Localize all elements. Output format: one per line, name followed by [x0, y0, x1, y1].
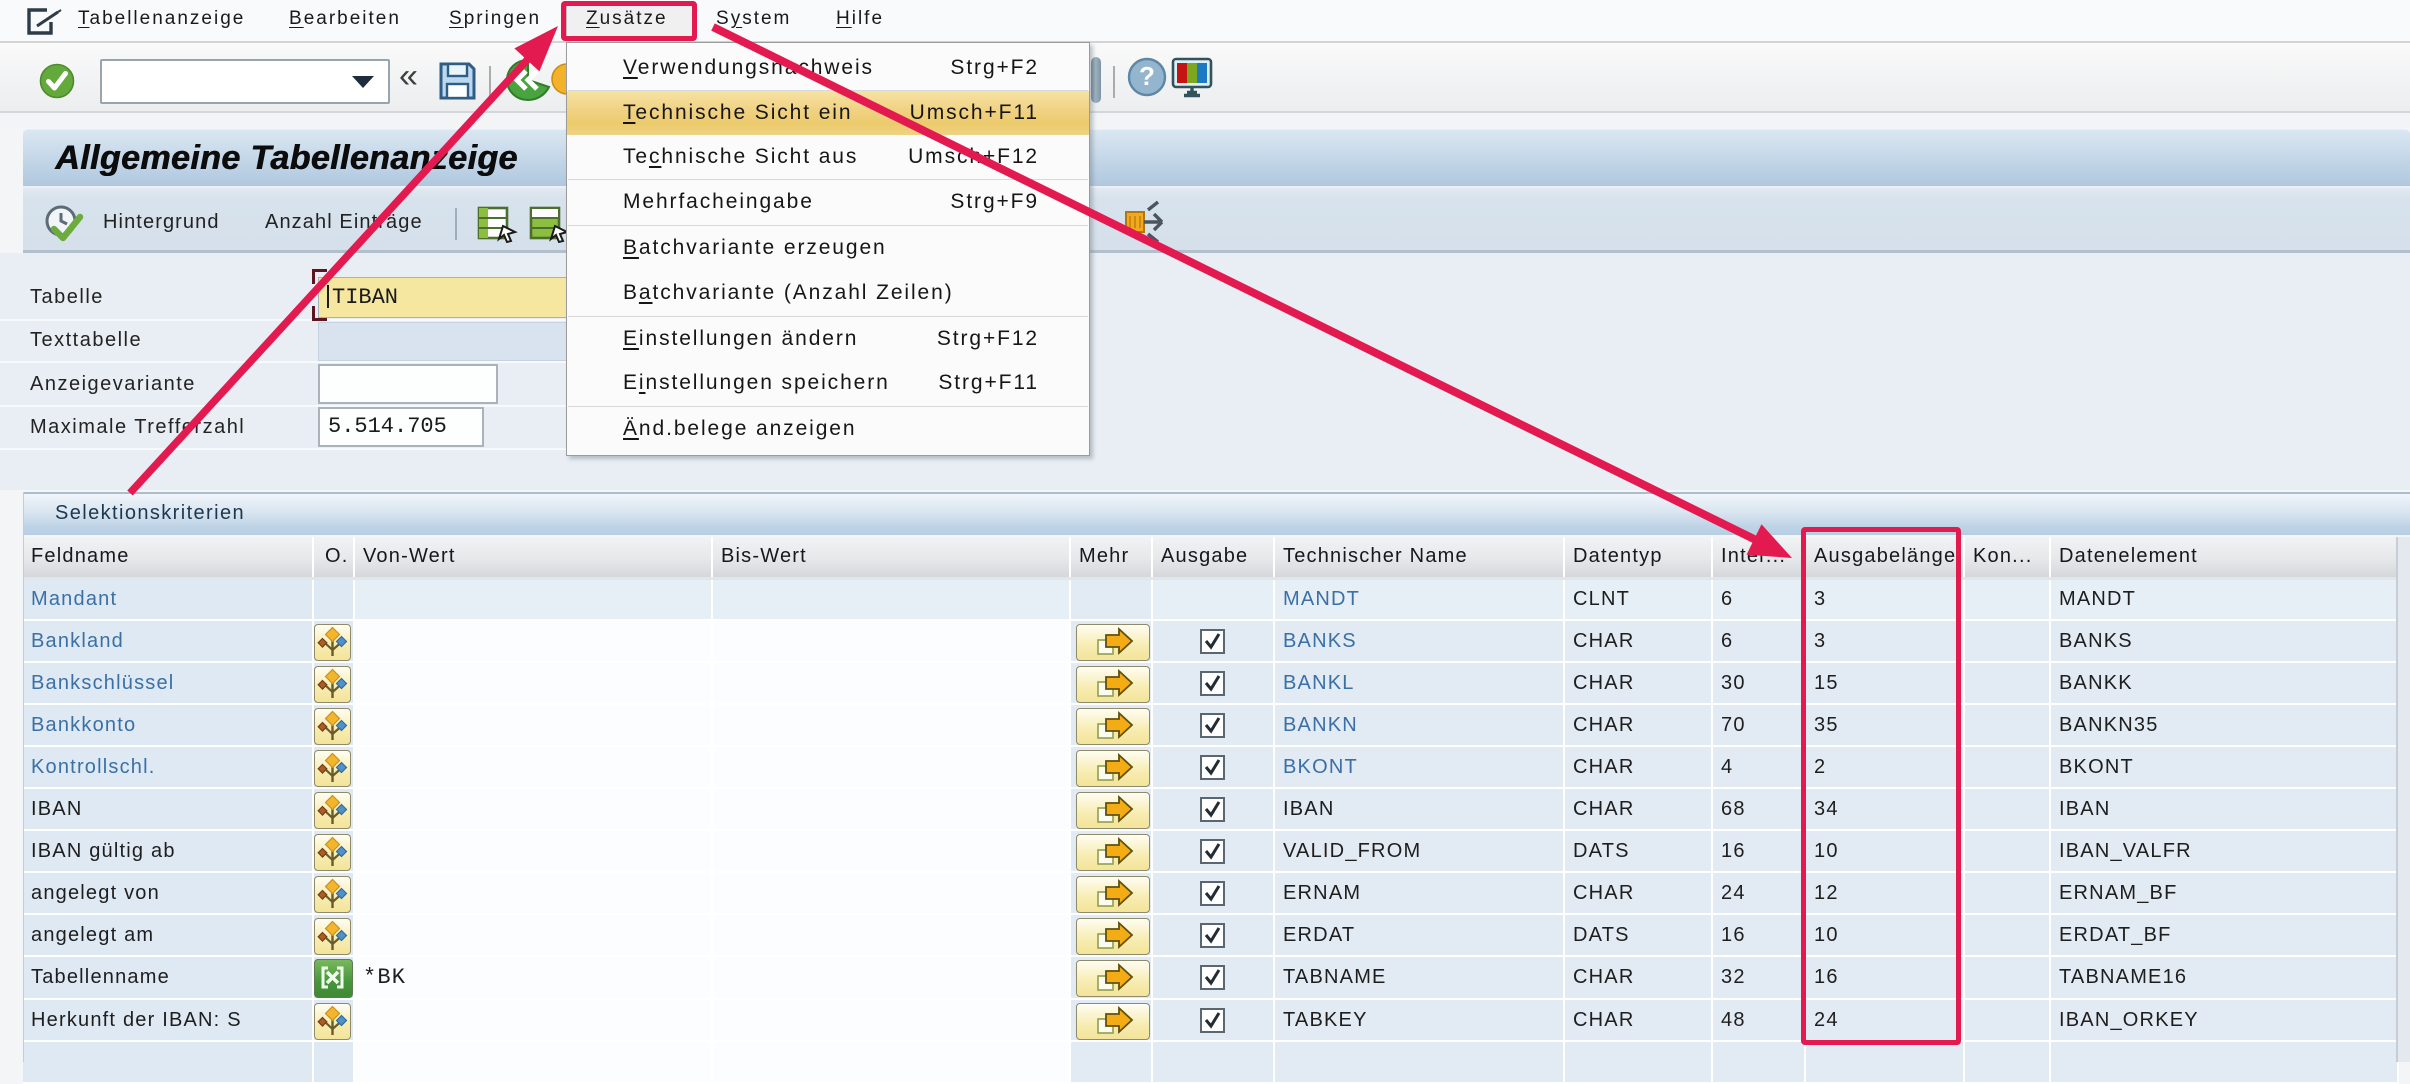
svg-text:?: ?: [1139, 61, 1155, 91]
